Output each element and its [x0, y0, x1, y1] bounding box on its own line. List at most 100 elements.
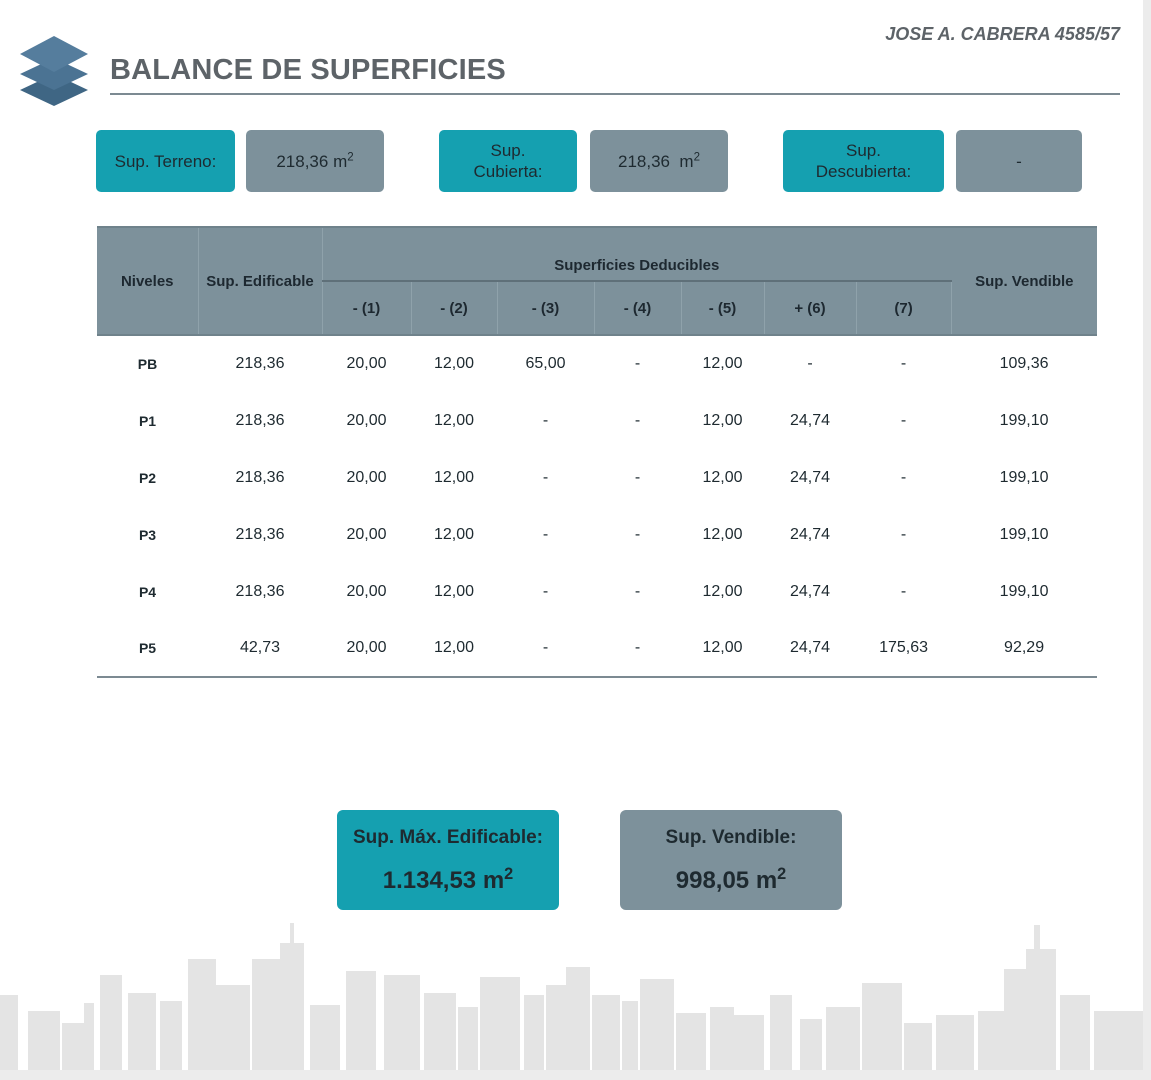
descubierta-value: - [1016, 151, 1022, 171]
value-cell: 12,00 [433, 411, 475, 429]
descubierta-label-chip: Sup. Descubierta: [783, 130, 944, 192]
value-cell: - [900, 582, 907, 600]
cubierta-label: Sup. Cubierta: [473, 141, 543, 181]
value-cell: - [634, 639, 641, 656]
value-cell: 218,36 [235, 411, 285, 429]
descubierta-label: Sup. Descubierta: [815, 141, 912, 181]
value-cell: 12,00 [702, 639, 743, 656]
value-cell: 12,00 [433, 582, 475, 600]
header-superficies-deducibles: Superficies Deducibles [322, 227, 952, 282]
value-cell: 12,00 [702, 411, 743, 429]
value-cell: 24,74 [789, 468, 831, 486]
value-cell: 24,74 [789, 639, 831, 656]
value-cell: 218,36 [235, 582, 285, 600]
value-cell: 20,00 [346, 582, 387, 600]
subheader-col-4: - (4) [594, 281, 682, 335]
terreno-value-chip: 218,36 m2 [246, 130, 384, 192]
value-cell: 12,00 [702, 468, 743, 486]
level-cell: P5 [138, 640, 157, 656]
value-cell: 199,10 [999, 411, 1049, 429]
cubierta-value-chip: 218,36 m2 [590, 130, 728, 192]
max-edificable-summary: Sup. Máx. Edificable: 1.134,53 m2 [337, 810, 559, 910]
value-cell: 20,00 [346, 411, 387, 429]
table-row: PB 218,36 20,00 12,00 65,00 - 12,00 - - 109,36 [97, 335, 1097, 392]
subheader-col-3: - (3) [497, 281, 595, 335]
table-body: PB 218,36 20,00 12,00 65,00 - 12,00 - - 109,36 P1 2… [97, 335, 1098, 677]
value-cell: 109,36 [999, 355, 1049, 372]
max-edificable-value: 1.134,53 m2 [382, 865, 514, 894]
header-sup-edificable: Sup. Edificable [198, 227, 323, 335]
value-cell: 12,00 [433, 525, 475, 543]
layers-icon [20, 36, 88, 106]
value-cell: 12,00 [433, 639, 475, 656]
value-cell: 24,74 [789, 525, 831, 543]
header-niveles: Niveles [97, 227, 199, 335]
vendible-summary-value: 998,05 m2 [675, 865, 787, 894]
max-edificable-label: Sup. Máx. Edificable: [352, 827, 544, 848]
value-cell: 218,36 [235, 355, 285, 372]
vendible-summary: Sup. Vendible: 998,05 m2 [620, 810, 842, 910]
value-cell: 65,00 [525, 355, 566, 372]
city-skyline-icon [0, 923, 1143, 1070]
value-cell: 42,73 [239, 639, 281, 656]
value-cell: 20,00 [346, 468, 387, 486]
value-cell: 218,36 [235, 525, 285, 543]
level-cell: PB [137, 356, 158, 372]
descubierta-value-chip: - [956, 130, 1082, 192]
table-row: P4 218,36 20,00 12,00 - - 12,00 24,74 - 199,10 [97, 563, 1097, 620]
table-row: P2 218,36 20,00 12,00 - - 12,00 24,74 - 199,10 [97, 449, 1097, 506]
value-cell: 218,36 [235, 468, 285, 486]
level-cell: P1 [138, 412, 157, 429]
value-cell: - [542, 582, 549, 600]
value-cell: - [542, 525, 549, 543]
value-cell: 24,74 [789, 582, 831, 600]
document-sheet: BALANCE DE SUPERFICIES JOSE A. CABRERA 4… [0, 0, 1143, 1070]
value-cell: 12,00 [433, 468, 475, 486]
value-cell: - [634, 468, 641, 486]
value-cell: 92,29 [1004, 639, 1045, 656]
subheader-col-6: + (6) [764, 281, 857, 335]
value-cell: 199,10 [999, 468, 1049, 486]
value-cell: 20,00 [346, 639, 387, 656]
value-cell: - [542, 468, 549, 486]
subheader-col-7: (7) [856, 281, 952, 335]
value-cell: - [900, 411, 907, 429]
value-cell: 199,10 [999, 582, 1049, 600]
page-title: BALANCE DE SUPERFICIES [110, 54, 506, 86]
value-cell: - [634, 525, 641, 543]
property-address: JOSE A. CABRERA 4585/57 [885, 24, 1120, 44]
subheader-col-5: - (5) [681, 281, 765, 335]
value-cell: 20,00 [346, 355, 387, 372]
table-row: P3 218,36 20,00 12,00 - - 12,00 24,74 - 199,10 [97, 506, 1097, 563]
value-cell: - [542, 411, 549, 429]
header-sup-vendible: Sup. Vendible [951, 227, 1098, 335]
value-cell: - [900, 355, 907, 372]
level-cell: P4 [138, 583, 157, 600]
value-cell: - [542, 639, 549, 656]
table-row: P1 218,36 20,00 12,00 - - 12,00 24,74 - 199,10 [97, 392, 1097, 449]
value-cell: - [900, 468, 907, 486]
title-divider [110, 93, 1120, 95]
table-row: P5 42,73 20,00 12,00 - - 12,00 24,74 175,63 92,29 [97, 620, 1097, 677]
level-cell: P2 [138, 469, 157, 486]
value-cell: - [634, 355, 641, 372]
terreno-label-chip: Sup. Terreno: [96, 130, 235, 192]
value-cell: 12,00 [702, 355, 743, 372]
surface-balance-table: Niveles Sup. Edificable Superficies Dedu… [97, 226, 1098, 678]
level-cell: P3 [138, 526, 157, 543]
value-cell: 175,63 [879, 639, 928, 656]
value-cell: 12,00 [702, 525, 743, 543]
value-cell: - [807, 355, 813, 372]
value-cell: 24,74 [789, 411, 831, 429]
value-cell: 20,00 [346, 525, 387, 543]
cubierta-label-chip: Sup. Cubierta: [439, 130, 577, 192]
value-cell: 12,00 [702, 582, 743, 600]
value-cell: 199,10 [999, 525, 1049, 543]
terreno-label: Sup. Terreno: [114, 151, 217, 171]
value-cell: - [634, 582, 641, 600]
subheader-col-2: - (2) [411, 281, 498, 335]
value-cell: 12,00 [433, 355, 475, 372]
terreno-value: 218,36 m2 [276, 150, 354, 171]
subheader-col-1: - (1) [322, 281, 412, 335]
value-cell: - [900, 525, 907, 543]
